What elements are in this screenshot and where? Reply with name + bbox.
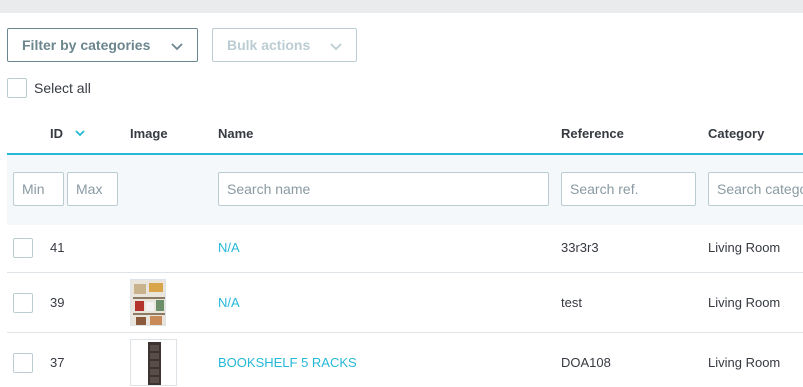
- bookshelf-photo-image: [131, 340, 176, 385]
- select-all-checkbox[interactable]: [7, 78, 27, 98]
- row-reference: 33r3r3: [561, 240, 599, 255]
- filter-by-categories-button[interactable]: Filter by categories: [7, 28, 198, 62]
- chevron-down-icon: [171, 43, 183, 51]
- bulk-actions-label: Bulk actions: [227, 37, 311, 53]
- column-header-reference[interactable]: Reference: [561, 126, 624, 141]
- row-id: 39: [50, 295, 65, 310]
- column-header-name[interactable]: Name: [218, 126, 253, 141]
- column-header-category[interactable]: Category: [708, 126, 764, 141]
- row-id: 41: [50, 240, 65, 255]
- row-checkbox[interactable]: [13, 293, 33, 313]
- row-category: Living Room: [708, 295, 781, 310]
- select-all[interactable]: Select all: [7, 78, 91, 98]
- row-checkbox[interactable]: [13, 238, 33, 258]
- row-checkbox[interactable]: [13, 353, 33, 373]
- category-search-input[interactable]: [708, 172, 803, 206]
- row-divider: [7, 272, 803, 273]
- row-category: Living Room: [708, 240, 781, 255]
- product-photo-image: [131, 280, 165, 325]
- row-reference: DOA108: [561, 355, 611, 370]
- row-category: Living Room: [708, 355, 781, 370]
- column-header-id[interactable]: ID: [50, 126, 63, 141]
- row-name-link[interactable]: BOOKSHELF 5 RACKS: [218, 355, 357, 370]
- row-name-link[interactable]: N/A: [218, 240, 240, 255]
- bulk-actions-button[interactable]: Bulk actions: [212, 28, 357, 62]
- id-min-input[interactable]: [13, 172, 64, 206]
- row-name-link[interactable]: N/A: [218, 295, 240, 310]
- row-reference: test: [561, 295, 582, 310]
- row-id: 37: [50, 355, 65, 370]
- select-all-label: Select all: [34, 80, 91, 96]
- chevron-down-icon: [330, 43, 342, 51]
- id-max-input[interactable]: [67, 172, 118, 206]
- reference-search-input[interactable]: [561, 172, 696, 206]
- row-divider: [7, 332, 803, 333]
- name-search-input[interactable]: [218, 172, 549, 206]
- filter-by-categories-label: Filter by categories: [22, 37, 151, 53]
- product-thumbnail[interactable]: [130, 339, 177, 386]
- sort-down-icon[interactable]: [75, 130, 85, 136]
- column-header-image: Image: [130, 126, 168, 141]
- product-thumbnail[interactable]: [130, 279, 166, 326]
- top-bar: [0, 0, 803, 13]
